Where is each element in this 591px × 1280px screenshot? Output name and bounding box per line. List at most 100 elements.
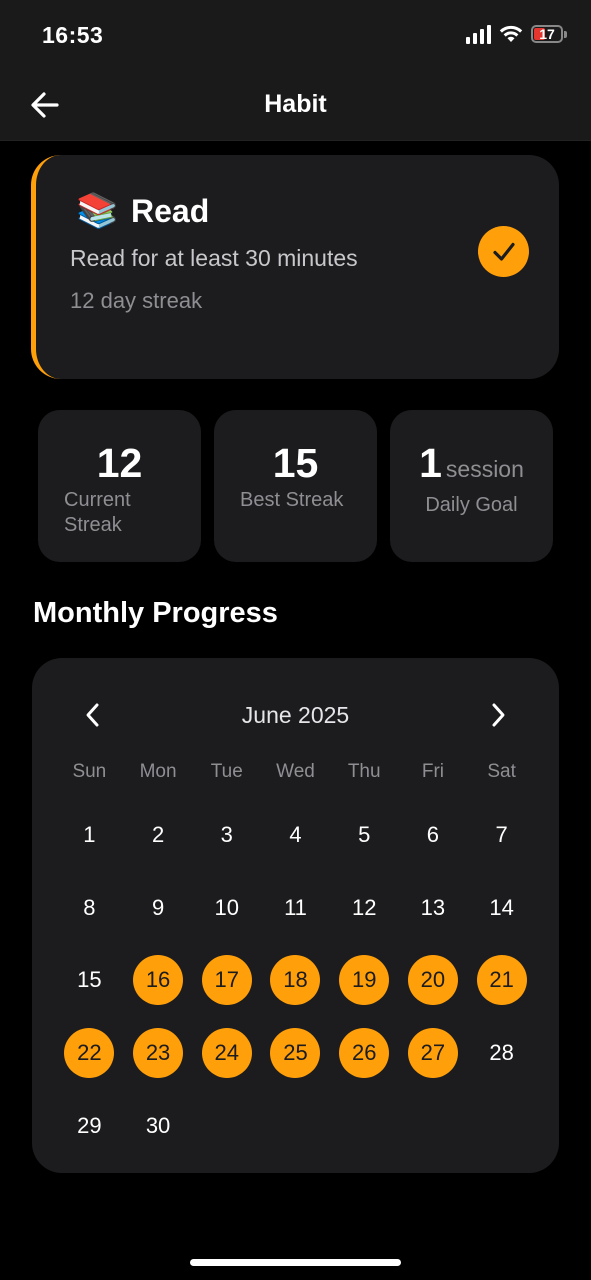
best-streak-card: 15 Best Streak <box>214 410 377 562</box>
home-indicator <box>190 1259 401 1266</box>
daily-goal-unit: session <box>445 456 524 482</box>
calendar-day-completed[interactable]: 17 <box>192 944 261 1017</box>
calendar-day[interactable]: 28 <box>467 1017 536 1090</box>
calendar-day-number: 10 <box>214 894 240 920</box>
checkmark-icon <box>492 242 515 261</box>
calendar-day[interactable]: 29 <box>55 1089 124 1162</box>
calendar-day-number: 23 <box>133 1028 184 1079</box>
calendar-day[interactable]: 8 <box>55 872 124 945</box>
calendar-day-number: 18 <box>270 955 321 1006</box>
weekday-label: Tue <box>210 761 243 782</box>
calendar-day-completed[interactable]: 27 <box>399 1017 468 1090</box>
calendar-day[interactable]: 2 <box>124 799 193 872</box>
calendar-day-number: 24 <box>201 1028 252 1079</box>
calendar-day-completed[interactable]: 26 <box>330 1017 399 1090</box>
calendar-day[interactable]: 7 <box>467 799 536 872</box>
calendar-day-completed[interactable]: 20 <box>399 944 468 1017</box>
calendar-day-number: 27 <box>407 1028 458 1079</box>
calendar-day-completed[interactable]: 18 <box>261 944 330 1017</box>
calendar-day[interactable]: 15 <box>55 944 124 1017</box>
best-streak-value: 15 <box>272 440 319 486</box>
calendar-day-number: 11 <box>284 894 307 920</box>
calendar-day-number: 21 <box>476 955 527 1006</box>
calendar-day-number: 7 <box>495 822 508 848</box>
calendar-day-number: 15 <box>77 967 102 993</box>
calendar-days-grid: 1 2 3 4 5 6 7 8 9 10 11 12 13 14 15 16 17 18 19 20 21 22 23 24 2… <box>55 799 536 1162</box>
calendar-day[interactable]: 3 <box>192 799 261 872</box>
calendar-day-completed[interactable]: 22 <box>55 1017 124 1090</box>
calendar-day-number: 5 <box>358 822 371 848</box>
calendar-day-number: 28 <box>489 1040 514 1066</box>
weekday-label: Sun <box>72 761 107 782</box>
battery-icon: 17 <box>531 25 567 43</box>
habit-card: 📚 Read Read for at least 30 minutes 12 d… <box>31 155 559 379</box>
nav-bar: Habit <box>0 70 591 141</box>
daily-goal-card: 1 session Daily Goal <box>390 410 553 562</box>
status-icons: 17 <box>466 24 567 44</box>
daily-goal-label: Daily Goal <box>425 494 518 516</box>
calendar-day-number: 6 <box>426 822 440 848</box>
calendar-day[interactable]: 13 <box>399 872 468 945</box>
section-title: Monthly Progress <box>33 597 278 629</box>
calendar-day-number: 20 <box>407 955 458 1006</box>
habit-name: Read <box>131 193 210 229</box>
calendar-day[interactable]: 30 <box>124 1089 193 1162</box>
weekday-label: Thu <box>347 761 381 782</box>
calendar-day-number: 17 <box>201 955 252 1006</box>
chevron-right-icon <box>492 703 505 727</box>
calendar-day-number: 22 <box>64 1028 115 1079</box>
calendar-day-number: 3 <box>220 822 233 848</box>
calendar-day[interactable]: 10 <box>192 872 261 945</box>
calendar-day-number: 14 <box>489 894 514 920</box>
current-streak-card: 12 Current Streak <box>38 410 201 562</box>
calendar-day-number: 16 <box>133 955 184 1006</box>
status-bar: 16:53 17 <box>0 0 591 70</box>
calendar-day-number: 30 <box>145 1112 171 1138</box>
calendar-day[interactable]: 11 <box>261 872 330 945</box>
calendar-day[interactable]: 9 <box>124 872 193 945</box>
calendar-day[interactable]: 14 <box>467 872 536 945</box>
calendar-day-number: 12 <box>351 894 377 920</box>
cellular-signal-icon <box>466 24 491 44</box>
page-title: Habit <box>264 90 327 118</box>
calendar-day-number: 1 <box>83 822 96 848</box>
weekday-label: Wed <box>276 761 315 782</box>
daily-goal-number: 1 <box>419 440 442 486</box>
next-month-button[interactable] <box>481 698 515 732</box>
battery-level: 17 <box>539 26 555 42</box>
calendar-day[interactable]: 1 <box>55 799 124 872</box>
daily-goal-value: 1 session <box>390 440 553 487</box>
wifi-icon <box>499 25 523 42</box>
calendar-day-completed[interactable]: 16 <box>124 944 193 1017</box>
calendar-month-label: June 2025 <box>241 702 350 728</box>
calendar-day[interactable]: 6 <box>399 799 468 872</box>
calendar-day-completed[interactable]: 25 <box>261 1017 330 1090</box>
calendar-day-completed[interactable]: 21 <box>467 944 536 1017</box>
weekday-label: Sat <box>487 761 516 782</box>
calendar-day-number: 4 <box>289 822 302 848</box>
calendar-day-completed[interactable]: 24 <box>192 1017 261 1090</box>
calendar-day-number: 19 <box>339 955 390 1006</box>
calendar-day-completed[interactable]: 19 <box>330 944 399 1017</box>
status-time: 16:53 <box>42 22 104 48</box>
calendar-day-number: 29 <box>77 1112 102 1138</box>
weekday-header: Sun Mon Tue Wed Thu Fri Sat <box>55 761 536 783</box>
calendar-day-number: 2 <box>151 822 165 848</box>
calendar-day-number: 9 <box>151 894 165 920</box>
calendar-day-number: 13 <box>420 894 446 920</box>
calendar-day-number: 25 <box>270 1028 321 1079</box>
books-icon: 📚 <box>76 192 119 230</box>
best-streak-label: Best Streak <box>240 489 344 511</box>
current-streak-value: 12 <box>96 440 143 486</box>
habit-streak: 12 day streak <box>70 288 203 313</box>
calendar-day-number: 26 <box>339 1028 390 1079</box>
calendar-day-completed[interactable]: 23 <box>124 1017 193 1090</box>
complete-toggle-button[interactable] <box>478 226 529 277</box>
calendar-day[interactable]: 5 <box>330 799 399 872</box>
calendar: June 2025 Sun Mon Tue Wed Thu Fri Sat 12345678… <box>32 658 559 1173</box>
calendar-day[interactable]: 12 <box>330 872 399 945</box>
calendar-day[interactable]: 4 <box>261 799 330 872</box>
current-streak-label: Current Streak <box>64 489 131 536</box>
weekday-label: Mon <box>139 761 177 782</box>
weekday-label: Fri <box>421 761 444 782</box>
